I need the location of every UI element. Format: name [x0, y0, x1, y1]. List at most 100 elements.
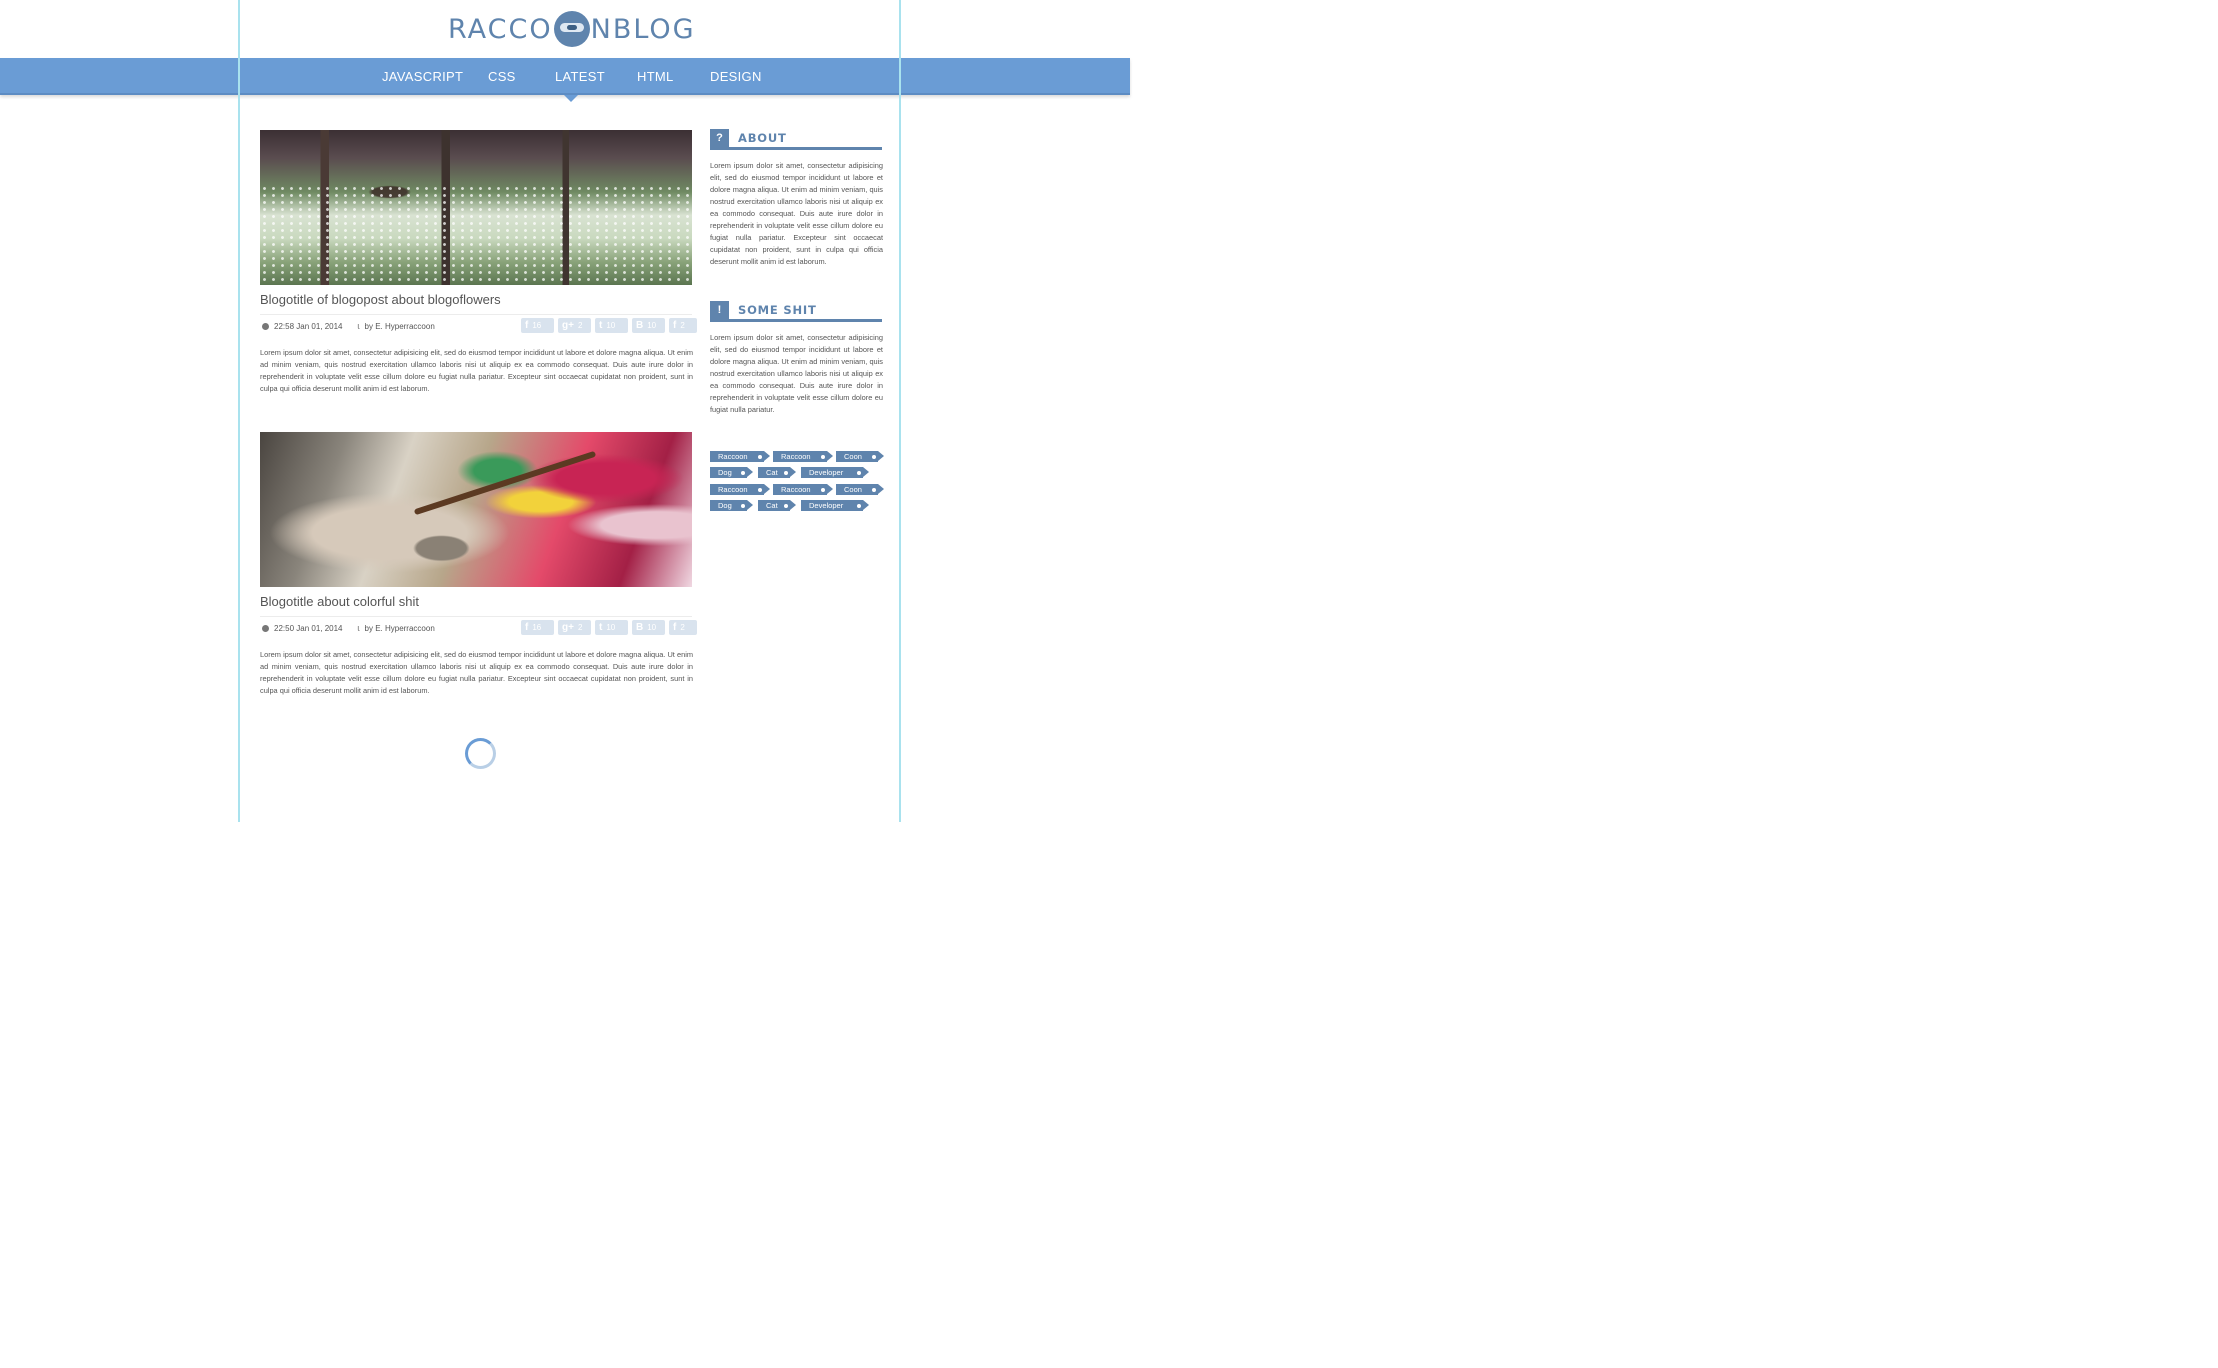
tag-label: Coon	[844, 485, 862, 494]
post-meta: 22:58 Jan 01, 2014 ɩ by E. Hyperraccoon	[262, 321, 435, 331]
tag-label: Dog	[718, 501, 732, 510]
tag-label: Raccoon	[781, 485, 811, 494]
post-meta: 22:50 Jan 01, 2014 ɩ by E. Hyperraccoon	[262, 623, 435, 633]
post-title[interactable]: Blogotitle about colorful shit	[260, 594, 419, 609]
facebook-icon: f	[673, 320, 677, 331]
post-time: 22:50 Jan 01, 2014	[274, 623, 343, 633]
post-excerpt: Lorem ipsum dolor sit amet, consectetur …	[260, 348, 693, 393]
tag-dot-icon	[857, 471, 861, 475]
tag-dot-icon	[758, 488, 762, 492]
facebook-icon: f	[525, 320, 529, 331]
tag-label: Raccoon	[718, 452, 748, 461]
blogger-icon: B	[636, 320, 644, 331]
tag-label: Dog	[718, 468, 732, 477]
googleplus-share-button[interactable]: g+ 2	[558, 318, 591, 333]
tag[interactable]: Dog	[710, 500, 753, 511]
clock-icon	[262, 322, 269, 330]
facebook-alt-share-button[interactable]: f2	[669, 620, 697, 635]
googleplus-icon: g+	[562, 320, 574, 331]
tag[interactable]: Cat	[758, 467, 796, 478]
post-image-palette[interactable]	[260, 432, 692, 587]
tag-label: Coon	[844, 452, 862, 461]
tag-label: Developer	[809, 501, 844, 510]
exclamation-icon: !	[710, 301, 729, 319]
tag-dot-icon	[821, 488, 825, 492]
post-author[interactable]: by E. Hyperraccoon	[365, 624, 435, 633]
clock-icon	[262, 624, 269, 632]
logo-text-left: RACCO	[448, 13, 553, 45]
share-count: 16	[532, 321, 542, 330]
tag[interactable]: Dog	[710, 467, 753, 478]
twitter-icon: t	[599, 320, 603, 331]
tag[interactable]: Coon	[836, 451, 884, 462]
tag-label: Developer	[809, 468, 844, 477]
tag[interactable]: Cat	[758, 500, 796, 511]
widget-about-header: ? ABOUT	[710, 129, 882, 150]
share-count: 2	[680, 623, 685, 632]
active-nav-indicator	[564, 95, 578, 102]
tag-dot-icon	[821, 455, 825, 459]
facebook-share-button[interactable]: f 16	[521, 318, 554, 333]
post-image-flowers[interactable]	[260, 130, 692, 285]
share-count: 10	[647, 321, 657, 330]
quill-icon: ɩ	[357, 321, 360, 331]
post-time: 22:58 Jan 01, 2014	[274, 321, 343, 331]
layout-guide-left	[238, 0, 240, 822]
tag-dot-icon	[872, 455, 876, 459]
googleplus-share-button[interactable]: g+ 2	[558, 620, 591, 635]
blogger-share-button[interactable]: B 10	[632, 620, 665, 635]
tag-label: Raccoon	[781, 452, 811, 461]
share-buttons: f 16 g+ 2 t 10 B 10 f2	[521, 620, 697, 635]
twitter-share-button[interactable]: t 10	[595, 318, 628, 333]
tag[interactable]: Developer	[801, 500, 869, 511]
share-count: 2	[577, 321, 583, 330]
tag-label: Cat	[766, 468, 778, 477]
share-buttons: f 16 g+ 2 t 10 B 10 f2	[521, 318, 697, 333]
tag[interactable]: Raccoon	[773, 451, 833, 462]
blogger-share-button[interactable]: B 10	[632, 318, 665, 333]
tag-dot-icon	[857, 504, 861, 508]
tag-label: Raccoon	[718, 485, 748, 494]
nav-item-javascript[interactable]: JAVASCRIPT	[382, 58, 463, 95]
widget-title: ABOUT	[738, 131, 787, 145]
site-logo[interactable]: RACCO NBLOG	[448, 8, 696, 50]
facebook-icon: f	[673, 622, 677, 633]
tag[interactable]: Coon	[836, 484, 884, 495]
nav-item-css[interactable]: CSS	[488, 58, 516, 95]
tag[interactable]: Raccoon	[710, 451, 770, 462]
meta-divider	[260, 314, 692, 315]
facebook-share-button[interactable]: f 16	[521, 620, 554, 635]
widget-some-shit-text: Lorem ipsum dolor sit amet, consectetur …	[710, 333, 883, 414]
quill-icon: ɩ	[357, 623, 360, 633]
nav-item-latest[interactable]: LATEST	[555, 58, 605, 95]
share-count: 10	[647, 623, 657, 632]
post-excerpt: Lorem ipsum dolor sit amet, consectetur …	[260, 650, 693, 695]
tag-dot-icon	[784, 504, 788, 508]
facebook-alt-share-button[interactable]: f2	[669, 318, 697, 333]
twitter-share-button[interactable]: t 10	[595, 620, 628, 635]
raccoon-face-icon	[553, 11, 590, 47]
tag[interactable]: Developer	[801, 467, 869, 478]
post-title[interactable]: Blogotitle of blogopost about blogoflowe…	[260, 292, 501, 307]
post-author[interactable]: by E. Hyperraccoon	[365, 322, 435, 331]
blogger-icon: B	[636, 622, 644, 633]
main-nav: JAVASCRIPT CSS LATEST HTML DESIGN	[0, 58, 1130, 95]
tag-dot-icon	[741, 471, 745, 475]
share-count: 10	[606, 321, 616, 330]
googleplus-icon: g+	[562, 622, 574, 633]
nav-item-html[interactable]: HTML	[637, 58, 674, 95]
tag-dot-icon	[784, 471, 788, 475]
share-count: 10	[606, 623, 616, 632]
widget-about-text: Lorem ipsum dolor sit amet, consectetur …	[710, 161, 883, 266]
nav-item-design[interactable]: DESIGN	[710, 58, 762, 95]
tag[interactable]: Raccoon	[710, 484, 770, 495]
tag-dot-icon	[741, 504, 745, 508]
logo-text-right: NBLOG	[590, 13, 696, 45]
loading-spinner-icon	[465, 738, 496, 769]
share-count: 2	[680, 321, 685, 330]
tag-dot-icon	[872, 488, 876, 492]
widget-title: SOME SHIT	[738, 303, 817, 317]
tag[interactable]: Raccoon	[773, 484, 833, 495]
facebook-icon: f	[525, 622, 529, 633]
share-count: 2	[577, 623, 583, 632]
